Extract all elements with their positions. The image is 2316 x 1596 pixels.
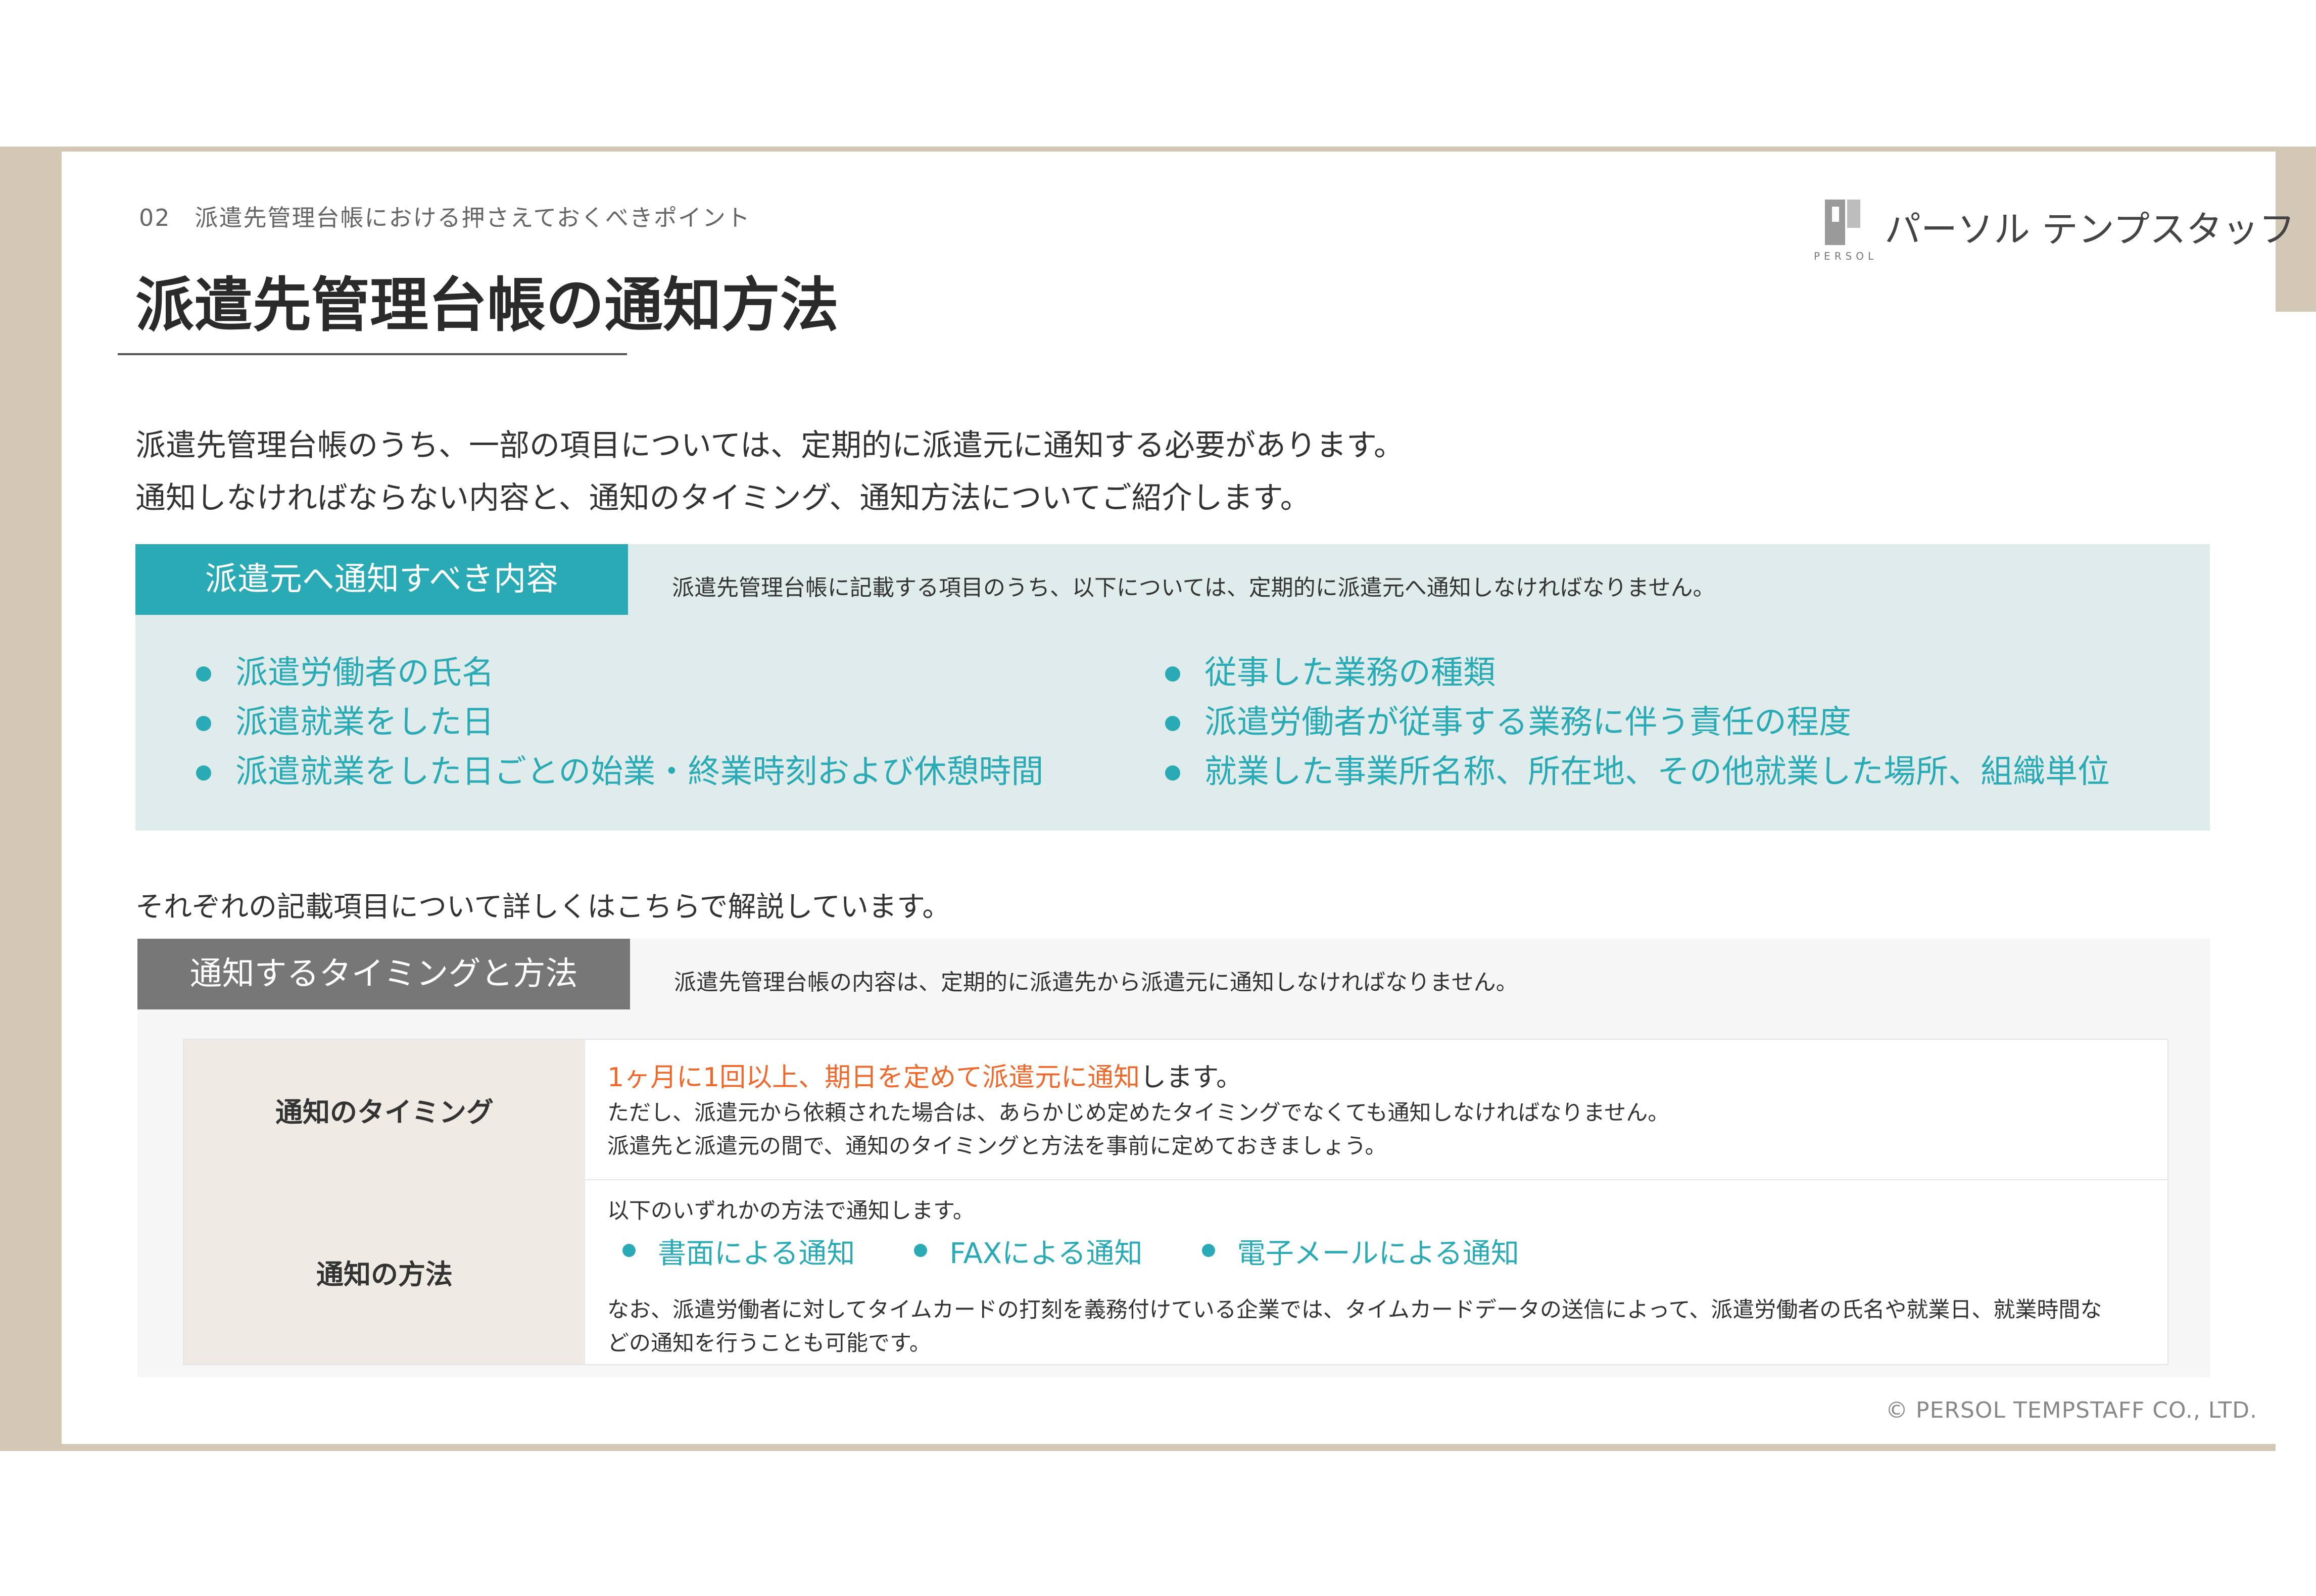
method-note-line-1: なお、派遣労働者に対してタイムカードの打刻を義務付けている企業では、タイムカード… [607,1297,2102,1323]
timing-main-suffix: します。 [1140,1062,1242,1093]
timing-highlight: 1ヶ月に1回以上、期日を定めて派遣元に通知 [607,1062,1140,1093]
method-options: 書面による通知 FAXによる通知 電子メールによる通知 [622,1231,1576,1272]
section-label: 02 派遣先管理台帳における押さえておくべきポイント [139,204,751,231]
intro-line-2: 通知しなければならない内容と、通知のタイミング、通知方法についてご紹介します。 [135,480,1311,516]
list-item: 就業した事業所名称、所在地、その他就業した場所、組織単位 [1165,747,2110,797]
timing-method-note: 派遣先管理台帳の内容は、定期的に派遣先から派遣元に通知しなければなりません。 [674,970,1518,995]
list-item: 派遣労働者が従事する業務に伴う責任の程度 [1165,698,2110,747]
logo-subtext: PERSOL [1814,250,1878,262]
timing-label: 通知のタイミング [184,1040,585,1179]
detail-link-text: それぞれの記載項目について詳しくはこちらで解説しています。 [135,891,951,924]
list-item: 従事した業務の種類 [1165,648,2110,698]
list-item: 派遣就業をした日 [196,698,1043,747]
timing-line-2: ただし、派遣元から依頼された場合は、あらかじめ定めたタイミングでなくても通知しな… [607,1100,1670,1126]
method-label: 通知の方法 [184,1179,585,1364]
title-underline [118,353,627,355]
method-option: 電子メールによる通知 [1201,1231,1519,1272]
frame-strip-gap [2276,312,2316,1451]
logo-name: パーソル テンプスタッフ [1885,208,2295,251]
intro-text: 派遣先管理台帳のうち、一部の項目については、定期的に派遣元に通知する必要がありま… [135,419,1404,524]
notify-items-right: 従事した業務の種類 派遣労働者が従事する業務に伴う責任の程度 就業した事業所名称… [1165,648,2110,797]
row-divider [585,1179,2167,1180]
notify-contents-box: 派遣元へ通知すべき内容 派遣先管理台帳に記載する項目のうち、以下については、定期… [135,544,2210,831]
method-note-line-2: どの通知を行うことも可能です。 [607,1331,931,1356]
notify-contents-heading: 派遣元へ通知すべき内容 [135,544,628,615]
list-item: 派遣労働者の氏名 [196,648,1043,698]
timing-line-3: 派遣先と派遣元の間で、通知のタイミングと方法を事前に定めておきましょう。 [607,1134,1387,1159]
intro-line-1: 派遣先管理台帳のうち、一部の項目については、定期的に派遣元に通知する必要がありま… [135,428,1404,463]
timing-method-box: 通知するタイミングと方法 派遣先管理台帳の内容は、定期的に派遣先から派遣元に通知… [137,939,2210,1377]
persol-logo-icon [1825,200,1860,245]
method-intro: 以下のいずれかの方法で通知します。 [607,1198,975,1224]
notify-items-left: 派遣労働者の氏名 派遣就業をした日 派遣就業をした日ごとの始業・終業時刻および休… [196,648,1043,797]
page-title: 派遣先管理台帳の通知方法 [135,271,839,340]
copyright: © PERSOL TEMPSTAFF CO., LTD. [1886,1397,2257,1423]
timing-method-heading: 通知するタイミングと方法 [137,939,630,1009]
method-option: FAXによる通知 [914,1231,1142,1272]
timing-method-table: 通知のタイミング 通知の方法 1ヶ月に1回以上、期日を定めて派遣元に通知します。… [183,1039,2168,1365]
notify-contents-note: 派遣先管理台帳に記載する項目のうち、以下については、定期的に派遣元へ通知しなけれ… [672,575,1715,601]
method-option: 書面による通知 [622,1231,855,1272]
list-item: 派遣就業をした日ごとの始業・終業時刻および休憩時間 [196,747,1043,797]
timing-main-text: 1ヶ月に1回以上、期日を定めて派遣元に通知します。 [607,1056,1242,1094]
